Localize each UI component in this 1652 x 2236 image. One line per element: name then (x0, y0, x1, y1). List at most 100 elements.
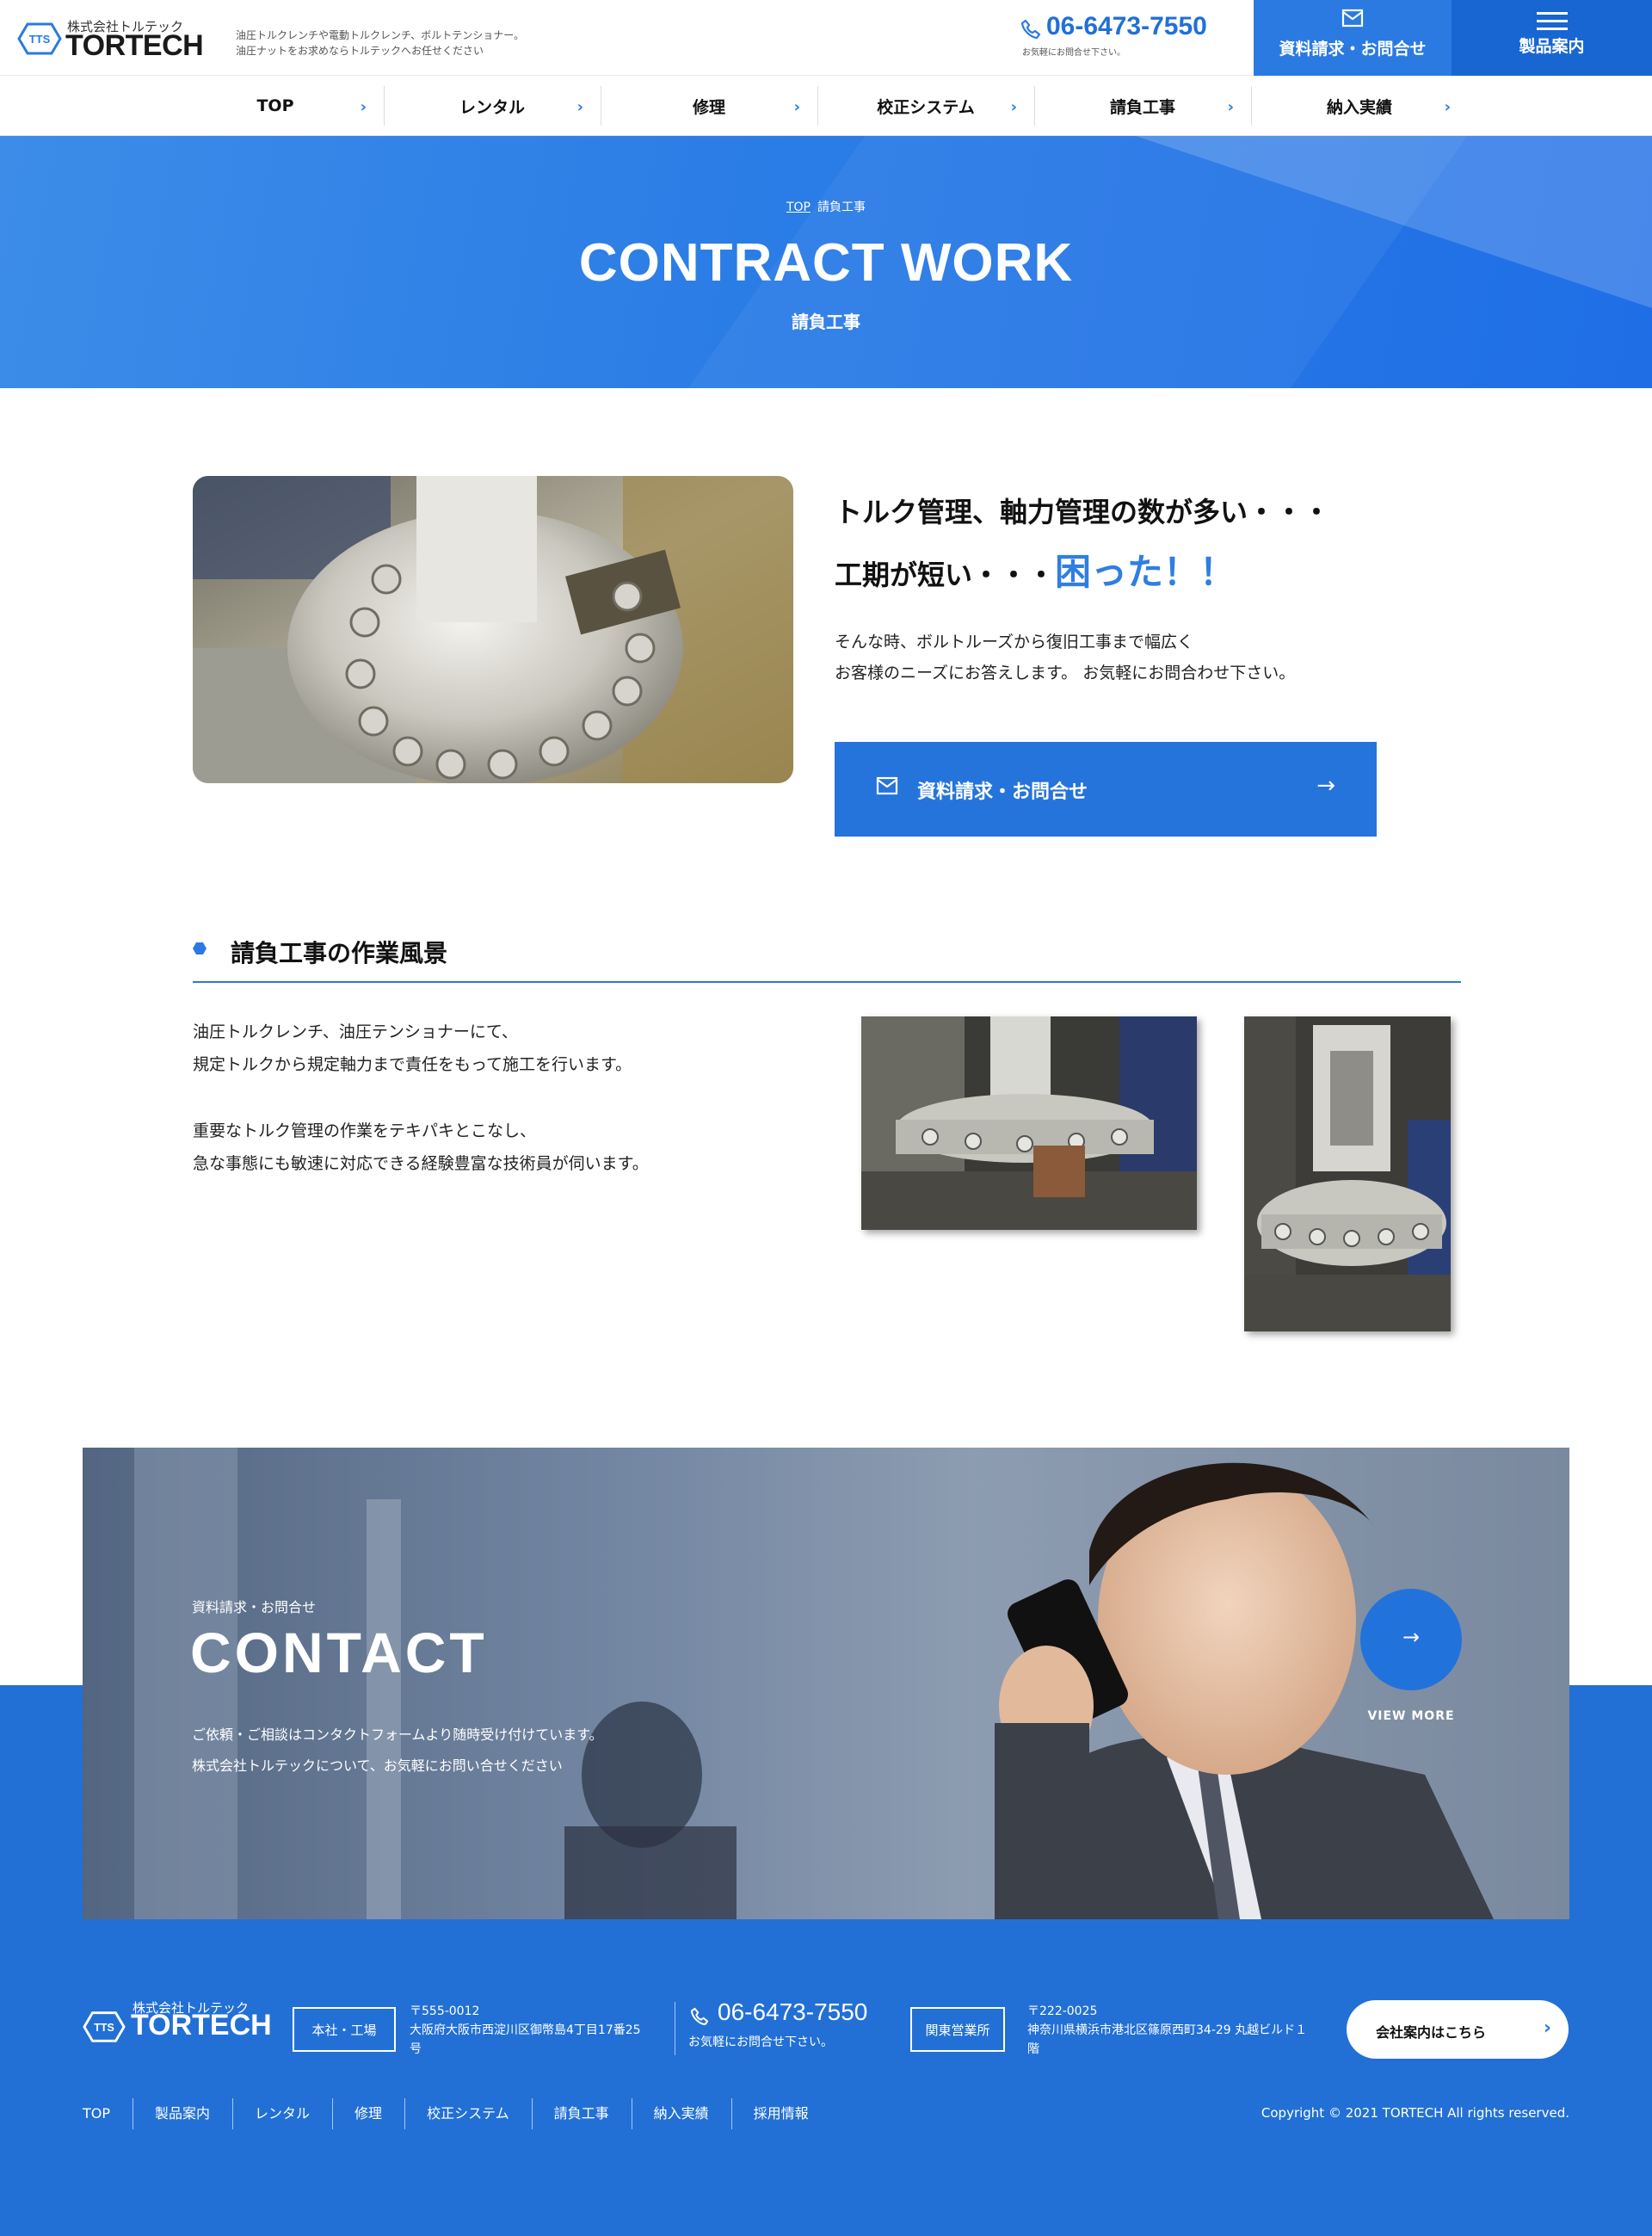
intro-contact-label: 資料請求・お問合せ (917, 781, 1088, 803)
header-phone-number: 06-6473-7550 (1046, 12, 1207, 40)
chevron-right-icon: › (1010, 98, 1017, 116)
footer-nav-contract-work[interactable]: 請負工事 (531, 2098, 632, 2129)
site-header: TTS 株式会社トルテック TORTECH 油圧トルクレンチや電動トルクレンチ、… (0, 0, 1652, 76)
footer-logo[interactable]: TTS 株式会社トルテック TORTECH (83, 1998, 280, 2047)
logo-wordmark: TORTECH (65, 29, 204, 62)
footer-phone-number: 06-6473-7550 (718, 1998, 868, 2025)
nav-item-repair[interactable]: 修理 › (601, 76, 817, 136)
nav-label: 納入実績 (1326, 97, 1392, 117)
copyright: Copyright © 2021 TORTECH All rights rese… (1261, 2105, 1569, 2121)
hq-address-line: 号 (410, 2042, 422, 2056)
logo-hex-icon: TTS (17, 22, 62, 55)
page-hero: TOP 請負工事 CONTRACT WORK 請負工事 (0, 136, 1652, 388)
nav-item-delivery-record[interactable]: 納入実績 › (1251, 76, 1468, 136)
footer-nav: TOP 製品案内 レンタル 修理 校正システム 請負工事 納入実績 採用情報 (83, 2098, 831, 2129)
page-title: CONTRACT WORK (578, 233, 1074, 293)
page-subtitle: 請負工事 (792, 312, 860, 332)
view-more-label[interactable]: VIEW MORE (1347, 1709, 1475, 1723)
chevron-right-icon: › (1444, 98, 1451, 116)
contact-label: 資料請求・お問合せ (192, 1599, 317, 1615)
hq-zip: 〒555-0012 (410, 2004, 480, 2018)
work-photo-1 (861, 1016, 1197, 1230)
scenery-line: 油圧トルクレンチ、油圧テンショナーにて、 (193, 1022, 518, 1041)
header-contact-label: 資料請求・お問合せ (1279, 40, 1427, 59)
kanto-tag: 関東営業所 (910, 2007, 1005, 2052)
logo-hex-icon: TTS (83, 2011, 126, 2042)
view-more-button[interactable]: → (1360, 1589, 1462, 1690)
nav-item-rental[interactable]: レンタル › (384, 76, 601, 136)
kanto-zip: 〒222-0025 (1027, 2004, 1098, 2018)
arrow-right-icon: → (1402, 1625, 1421, 1649)
scenery-line: 急な事態にも敏速に対応できる経験豊富な技術員が伺います。 (193, 1154, 649, 1173)
footer-nav-top[interactable]: TOP (83, 2098, 133, 2129)
nav-label: レンタル (459, 97, 525, 117)
breadcrumb-top-link[interactable]: TOP (786, 201, 811, 214)
footer-logo-wordmark: TORTECH (131, 2009, 272, 2041)
nav-label: TOP (256, 96, 294, 115)
intro-contact-button[interactable]: 資料請求・お問合せ → (835, 742, 1377, 837)
hexagon-bullet-icon (193, 942, 206, 954)
chevron-right-icon: › (576, 98, 583, 116)
footer-nav-recruit[interactable]: 採用情報 (730, 2098, 831, 2129)
scenery-line: 重要なトルク管理の作業をテキパキとこなし、 (193, 1121, 537, 1140)
phone-icon (690, 2007, 709, 2026)
footer-nav-rental[interactable]: レンタル (232, 2098, 332, 2129)
flange-photo (193, 476, 793, 783)
header-tagline: 油圧トルクレンチや電動トルクレンチ、ボルトテンショナー。 油圧ナットをお求めなら… (236, 28, 524, 59)
footer-nav-products[interactable]: 製品案内 (133, 2098, 232, 2129)
scenery-paragraph-1: 油圧トルクレンチ、油圧テンショナーにて、 規定トルクから規定軸力まで責任をもって… (193, 1016, 632, 1081)
chevron-right-icon: › (1543, 2017, 1551, 2039)
header-phone-sub: お気軽にお問合せ下さい。 (1022, 48, 1125, 58)
intro-heading-prefix: 工期が短い・・・ (835, 559, 1056, 591)
site-logo[interactable]: TTS 株式会社トルテック TORTECH (17, 15, 215, 62)
chevron-right-icon: › (793, 98, 800, 116)
scenery-title-text: 請負工事の作業風景 (231, 939, 448, 967)
footer-logo-mark: TTS (94, 2022, 114, 2034)
intro-paragraph: そんな時、ボルトルーズから復旧工事まで幅広く お客様のニーズにお答えします。 お… (835, 627, 1295, 689)
footer-nav-delivery-record[interactable]: 納入実績 (631, 2098, 731, 2129)
hq-address: 〒555-0012 大阪府大阪市西淀川区御幣島4丁目17番25 号 (410, 2002, 664, 2059)
footer-phone[interactable]: 06-6473-7550 お気軽にお問合せ下さい。 (688, 1998, 867, 2050)
nav-item-top[interactable]: TOP › (167, 76, 384, 136)
header-products-button[interactable]: 製品案内 (1452, 0, 1652, 76)
intro-paragraph-line: お客様のニーズにお答えします。 お気軽にお問合わせ下さい。 (835, 664, 1296, 683)
contact-line: 株式会社トルテックについて、お気軽にお問い合せください (192, 1757, 563, 1774)
tagline-line: 油圧トルクレンチや電動トルクレンチ、ボルトテンショナー。 (236, 29, 525, 41)
hq-address-line: 大阪府大阪市西淀川区御幣島4丁目17番25 (410, 2023, 641, 2037)
scenery-line: 規定トルクから規定軸力まで責任をもって施工を行います。 (193, 1055, 632, 1074)
contact-banner[interactable]: 資料請求・お問合せ CONTACT ご依頼・ご相談はコンタクトフォームより随時受… (83, 1448, 1569, 1919)
footer-phone-sub: お気軽にお問合せ下さい。 (688, 2035, 833, 2049)
scenery-section-title: 請負工事の作業風景 (193, 935, 1461, 983)
intro-heading: トルク管理、軸力管理の数が多い・・・ 工期が短い・・・困った！！ (835, 482, 1330, 605)
footer-nav-repair[interactable]: 修理 (332, 2098, 404, 2129)
arrow-right-icon: → (1316, 773, 1335, 799)
work-photo-2 (1244, 1016, 1451, 1331)
menu-icon (1536, 12, 1568, 30)
nav-label: 請負工事 (1109, 97, 1175, 117)
kanto-address-line: 階 (1027, 2042, 1039, 2056)
nav-label: 修理 (692, 97, 725, 117)
contact-paragraph: ご依頼・ご相談はコンタクトフォームより随時受け付けています。 株式会社トルテック… (192, 1720, 603, 1782)
phone-icon (1020, 19, 1041, 40)
nav-item-contract-work[interactable]: 請負工事 › (1034, 76, 1251, 136)
logo-mark: TTS (29, 33, 51, 46)
company-info-label: 会社案内はこちら (1376, 2024, 1487, 2041)
nav-item-calibration[interactable]: 校正システム › (817, 76, 1034, 136)
breadcrumb-current: 請負工事 (817, 201, 866, 214)
breadcrumb: TOP 請負工事 (0, 198, 1652, 215)
kanto-address: 〒222-0025 神奈川県横浜市港北区篠原西町34-29 丸越ビルド１ 階 (1027, 2002, 1328, 2059)
kanto-address-line: 神奈川県横浜市港北区篠原西町34-29 丸越ビルド１ (1027, 2023, 1308, 2037)
intro-heading-line: トルク管理、軸力管理の数が多い・・・ (835, 496, 1331, 528)
mail-icon (876, 776, 898, 795)
footer-nav-calibration[interactable]: 校正システム (404, 2098, 532, 2129)
header-products-label: 製品案内 (1519, 37, 1585, 56)
hq-tag: 本社・工場 (293, 2007, 396, 2052)
chevron-right-icon: › (1227, 98, 1234, 116)
contact-title: CONTACT (190, 1621, 488, 1684)
contact-line: ご依頼・ご相談はコンタクトフォームより随時受け付けています。 (192, 1726, 603, 1743)
header-contact-button[interactable]: 資料請求・お問合せ (1254, 0, 1452, 76)
header-phone[interactable]: 06-6473-7550 お気軽にお問合せ下さい。 (1017, 12, 1241, 58)
nav-label: 校正システム (877, 97, 975, 117)
company-info-button[interactable]: 会社案内はこちら › (1347, 2000, 1569, 2059)
tagline-line: 油圧ナットをお求めならトルテックへお任せください (236, 45, 484, 57)
